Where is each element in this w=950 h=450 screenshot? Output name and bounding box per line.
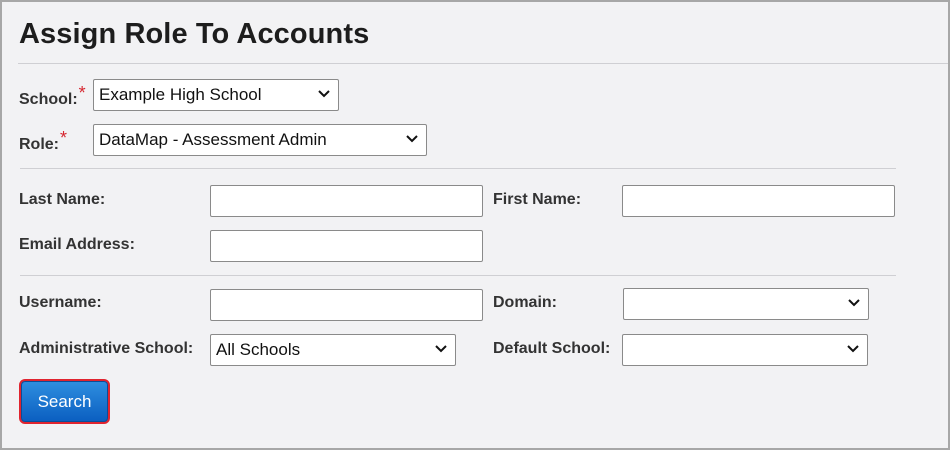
school-label: School:* (19, 83, 86, 109)
username-input[interactable] (210, 289, 483, 321)
chevron-down-icon (848, 299, 860, 307)
chevron-down-icon (847, 345, 859, 353)
required-marker: * (78, 83, 86, 103)
default-school-select[interactable] (622, 334, 868, 366)
title-divider (18, 63, 948, 64)
role-select-value: DataMap - Assessment Admin (99, 130, 327, 149)
last-name-input[interactable] (210, 185, 483, 217)
domain-select[interactable] (623, 288, 869, 320)
first-name-input[interactable] (622, 185, 895, 217)
last-name-label: Last Name: (19, 191, 106, 208)
chevron-down-icon (435, 345, 447, 353)
school-label-text: School: (19, 91, 78, 108)
school-select[interactable]: Example High School (93, 79, 339, 111)
email-input[interactable] (210, 230, 483, 262)
admin-school-label: Administrative School: (19, 340, 194, 357)
required-marker: * (60, 128, 68, 148)
username-label: Username: (19, 294, 102, 311)
chevron-down-icon (406, 135, 418, 143)
role-label: Role:* (19, 128, 67, 154)
search-button[interactable]: Search (19, 379, 110, 424)
section-divider (20, 275, 896, 276)
admin-school-select[interactable]: All Schools (210, 334, 456, 366)
role-select[interactable]: DataMap - Assessment Admin (93, 124, 427, 156)
assign-role-panel: Assign Role To Accounts School:* Example… (0, 0, 950, 450)
page-title: Assign Role To Accounts (19, 18, 370, 50)
school-select-value: Example High School (99, 85, 262, 104)
admin-school-select-value: All Schools (216, 340, 301, 359)
domain-label: Domain: (493, 294, 557, 311)
email-label: Email Address: (19, 236, 135, 253)
section-divider (20, 168, 896, 169)
default-school-label: Default School: (493, 340, 611, 357)
chevron-down-icon (318, 90, 330, 98)
first-name-label: First Name: (493, 191, 582, 208)
role-label-text: Role: (19, 136, 59, 153)
